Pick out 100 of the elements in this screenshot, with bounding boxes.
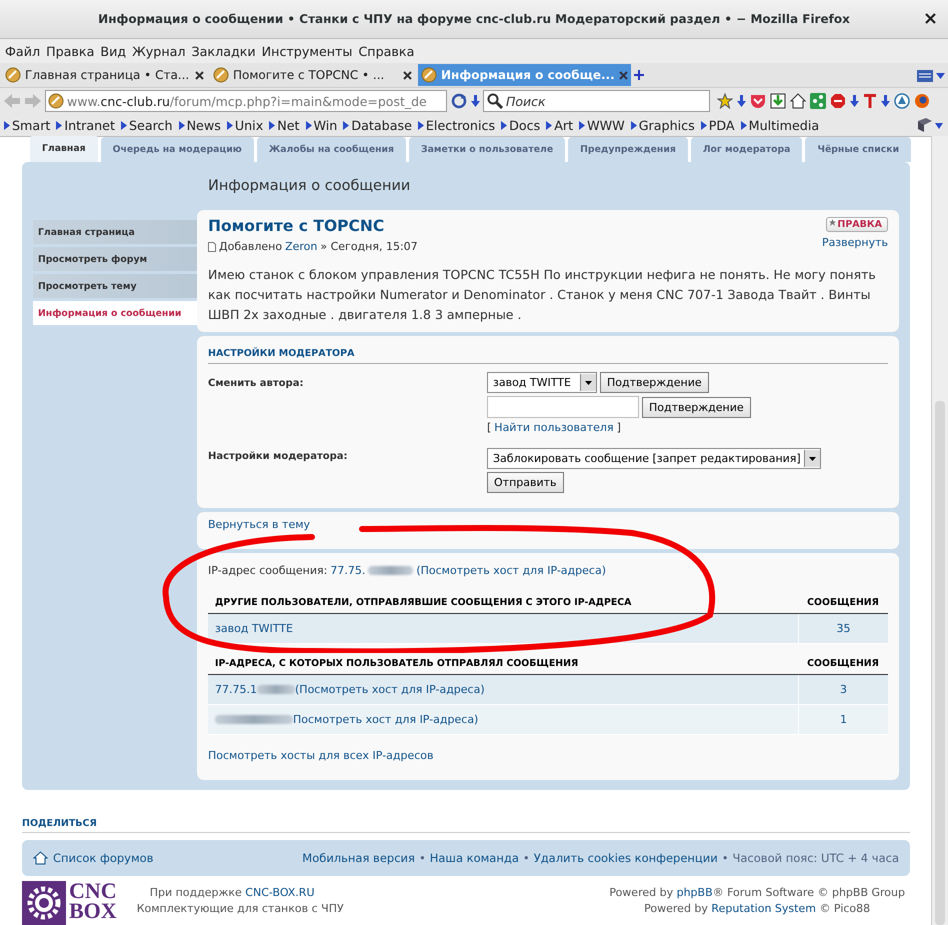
bookmark-item[interactable]: Art: [546, 118, 574, 132]
plus-icon[interactable]: [634, 70, 644, 80]
moderator-tab[interactable]: Предупреждения: [568, 137, 688, 162]
moderator-tab[interactable]: Жалобы на сообщения: [256, 137, 406, 162]
document-icon: [208, 242, 216, 252]
reload-icon[interactable]: [450, 93, 468, 109]
bookmark-item[interactable]: Intranet: [56, 118, 115, 132]
menu-item[interactable]: Журнал: [131, 44, 191, 58]
triangle-icon: [226, 120, 233, 130]
triangle-icon: [178, 120, 185, 130]
close-icon[interactable]: [925, 13, 936, 24]
bookmark-item[interactable]: News: [178, 118, 221, 132]
bookmark-item[interactable]: Graphics: [630, 118, 695, 132]
sidebar-item[interactable]: Просмотреть тему: [33, 274, 197, 298]
tab-list-icon[interactable]: [916, 67, 946, 83]
sidebar-item[interactable]: Главная страница: [33, 220, 197, 244]
moderator-tab[interactable]: Заметки о пользователе: [409, 137, 566, 162]
address-field[interactable]: www.cnc-club.ru/forum/mcp.php?i=main&mode=post_de: [45, 90, 447, 112]
menu-item[interactable]: Вид: [99, 44, 132, 58]
author-select[interactable]: завод TWITTE: [487, 372, 597, 393]
browser-tab[interactable]: Помогите с TOPCNC • ...: [210, 64, 415, 86]
host-link[interactable]: (Посмотреть хост для IP-адреса): [416, 564, 606, 577]
triangle-icon: [120, 120, 127, 130]
search-icon: [487, 93, 503, 109]
sidebar-item[interactable]: Информация о сообщении: [33, 301, 197, 325]
count-link[interactable]: 3: [840, 683, 847, 696]
triangle-icon: [501, 120, 508, 130]
powered-by-text: Powered by Reputation System © Pico88: [644, 902, 870, 915]
moderator-tab[interactable]: Главная: [30, 136, 98, 162]
username-field[interactable]: [487, 396, 639, 418]
credit-link[interactable]: Reputation System: [711, 902, 816, 915]
triangle-icon: [4, 120, 10, 130]
back-link[interactable]: Вернуться в тему: [208, 518, 310, 531]
dropdown-arrow-icon[interactable]: [585, 380, 592, 384]
ip-address-link[interactable]: 77.75.1: [215, 683, 257, 696]
dropdown-arrow-icon[interactable]: [809, 456, 816, 460]
search-input[interactable]: Поиск: [506, 94, 696, 108]
share-icon[interactable]: [810, 93, 826, 109]
expand-link[interactable]: Развернуть: [822, 236, 888, 249]
action-select[interactable]: Заблокировать сообщение [запрет редактирования]: [487, 448, 821, 469]
credit-link[interactable]: phpBB: [676, 886, 713, 899]
bookmark-item[interactable]: Electronics: [418, 118, 496, 132]
footer-link[interactable]: Удалить cookies конференции: [534, 851, 718, 865]
bookmark-item[interactable]: Win: [306, 118, 338, 132]
menu-item[interactable]: Справка: [357, 44, 420, 58]
search-field[interactable]: Поиск: [483, 90, 710, 112]
post-title[interactable]: Помогите с TOPCNC: [208, 217, 384, 235]
bookmark-item[interactable]: PDA: [700, 118, 735, 132]
post-body: Имею станок с блоком управления TOPCNC TC55H По инструкции нефига не понять. Не могу понять как посчитать настройки Numerator и Denominator . Станок у меня CNC 707-1 Завода Твайт . Винты ШВП 2х заходные . двигателя 1.8 3 амперные .: [208, 266, 877, 324]
footer-link[interactable]: Наша команда: [430, 851, 519, 865]
forum-list-link[interactable]: Список форумов: [53, 851, 154, 865]
count-link[interactable]: 35: [836, 622, 850, 635]
moderator-tab[interactable]: Чёрные списки: [805, 137, 912, 162]
moderator-tab[interactable]: Очередь на модерацию: [100, 137, 254, 162]
footer-link[interactable]: Мобильная версия: [302, 851, 415, 865]
bookmark-item[interactable]: Unix: [226, 118, 264, 132]
scrollbar[interactable]: [931, 136, 948, 925]
menu-item[interactable]: Закладки: [190, 44, 261, 58]
menu-item[interactable]: Инструменты: [260, 44, 358, 58]
field-label: Настройки модератора:: [208, 450, 349, 464]
host-link[interactable]: (Посмотреть хост для IP-адреса): [295, 683, 485, 696]
edit-button[interactable]: ПРАВКА: [826, 217, 888, 232]
count-link[interactable]: 1: [840, 713, 847, 726]
browser-tab[interactable]: Главная страница • Ста...: [2, 64, 207, 86]
page-icon: [48, 93, 64, 109]
user-link[interactable]: завод TWITTE: [215, 622, 293, 635]
bookmark-item[interactable]: Net: [269, 118, 300, 132]
all-hosts-link[interactable]: Посмотреть хосты для всех IP-адресов: [208, 749, 434, 762]
close-icon[interactable]: [195, 70, 204, 80]
bookmark-item[interactable]: Search: [120, 118, 173, 132]
triangle-icon: [740, 120, 747, 130]
moderator-tab[interactable]: Лог модератора: [690, 137, 802, 162]
post-meta: Добавлено Zeron » Сегодня, 15:07: [208, 240, 418, 253]
home-icon[interactable]: [790, 93, 806, 109]
section-heading: НАСТРОЙКИ МОДЕРАТОРА: [208, 343, 888, 364]
author-link[interactable]: Zeron: [285, 240, 318, 253]
home-icon: [33, 851, 48, 865]
download-icon[interactable]: [770, 93, 786, 109]
close-icon[interactable]: [403, 70, 412, 80]
menu-item[interactable]: Правка: [45, 44, 100, 58]
ip-address-link[interactable]: 77.75.: [330, 564, 366, 577]
bookmark-item[interactable]: Smart: [4, 118, 50, 132]
separator-dot: •: [722, 851, 728, 865]
bookmark-item[interactable]: WWW: [579, 118, 625, 132]
bookmark-item[interactable]: Database: [343, 118, 412, 132]
sidebar-item[interactable]: Просмотреть форум: [33, 247, 197, 271]
confirm-button[interactable]: Подтверждение: [642, 396, 751, 418]
confirm-button[interactable]: Подтверждение: [600, 372, 709, 393]
triangle-icon: [56, 120, 62, 130]
t-shape-icon[interactable]: [863, 93, 877, 109]
menu-item[interactable]: Файл: [4, 44, 46, 58]
host-link[interactable]: Посмотреть хост для IP-адреса): [293, 713, 478, 726]
bracket-text: ]: [616, 421, 621, 434]
bookmark-item[interactable]: Docs: [501, 118, 540, 132]
triangle-icon: [269, 120, 276, 130]
find-user-link[interactable]: Найти пользователя: [494, 421, 614, 434]
submit-button[interactable]: Отправить: [487, 472, 564, 493]
bookmark-item[interactable]: Multimedia: [740, 118, 820, 132]
support-link[interactable]: CNC-BOX.RU: [245, 886, 314, 899]
bookmarks-icon[interactable]: [916, 117, 944, 133]
